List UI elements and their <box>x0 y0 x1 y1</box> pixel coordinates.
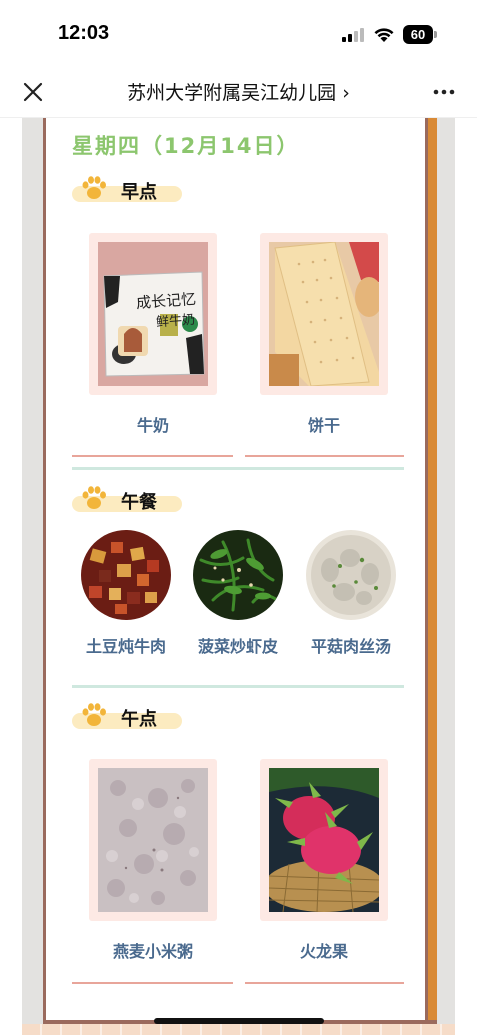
day-title: 星期四（12月14日） <box>72 134 300 158</box>
bottom-pattern <box>22 1024 455 1035</box>
food-photo-mushroom-soup[interactable] <box>306 530 396 620</box>
status-time: 12:03 <box>58 22 110 44</box>
battery-icon: 60 <box>403 25 437 44</box>
dragon-fruit-image <box>269 768 379 912</box>
paw-icon <box>82 176 106 199</box>
biscuit-photo <box>269 242 379 386</box>
food-card-biscuit[interactable] <box>260 233 388 395</box>
milk-packet-text-2: 鲜牛奶 <box>155 312 196 331</box>
divider-red <box>245 982 404 984</box>
food-label: 火龙果 <box>299 942 348 961</box>
more-icon[interactable] <box>432 82 456 102</box>
milk-photo: 成长记忆 鲜牛奶 <box>98 242 208 386</box>
section-header-lunch: 午餐 <box>72 484 184 518</box>
food-label: 燕麦小米粥 <box>112 942 193 961</box>
mushroom-soup-image <box>306 530 396 620</box>
section-header-snack: 午点 <box>72 701 184 735</box>
biscuit-image <box>269 242 379 386</box>
nav-title[interactable]: 苏州大学附属吴江幼儿园 › <box>70 78 407 105</box>
food-photo-spinach[interactable] <box>193 530 283 620</box>
frame-right-stripe <box>428 118 437 1024</box>
home-indicator[interactable] <box>154 1018 324 1024</box>
food-label: 牛奶 <box>136 416 169 435</box>
porridge-photo <box>98 768 208 912</box>
food-label: 平菇肉丝汤 <box>310 637 391 656</box>
section-label: 午点 <box>121 709 157 730</box>
food-card-milk[interactable]: 成长记忆 鲜牛奶 <box>89 233 217 395</box>
battery-level: 60 <box>410 27 426 42</box>
spinach-image <box>193 530 283 620</box>
paw-icon <box>82 703 106 726</box>
food-card-dragon-fruit[interactable] <box>260 759 388 921</box>
divider-mint <box>72 685 404 688</box>
divider-red <box>72 455 233 457</box>
food-card-oat-porridge[interactable] <box>89 759 217 921</box>
food-label: 菠菜炒虾皮 <box>197 637 278 656</box>
porridge-image <box>98 768 208 912</box>
nav-bar: 苏州大学附属吴江幼儿园 › <box>0 66 477 118</box>
beef-potato-image <box>81 530 171 620</box>
food-label: 饼干 <box>307 416 340 435</box>
wifi-icon <box>374 28 394 42</box>
food-photo-beef-potato[interactable] <box>81 530 171 620</box>
section-label: 早点 <box>121 182 157 203</box>
divider-red <box>72 982 233 984</box>
divider-mint <box>72 467 404 470</box>
dragon-fruit-photo <box>269 768 379 912</box>
divider-red <box>245 455 404 457</box>
food-label: 土豆炖牛肉 <box>85 637 166 656</box>
signal-icon <box>342 28 366 42</box>
status-bar: 12:03 60 <box>0 0 477 66</box>
section-label: 午餐 <box>121 492 157 513</box>
close-icon[interactable] <box>20 79 46 105</box>
section-header-breakfast: 早点 <box>72 174 184 208</box>
paw-icon <box>82 486 106 509</box>
